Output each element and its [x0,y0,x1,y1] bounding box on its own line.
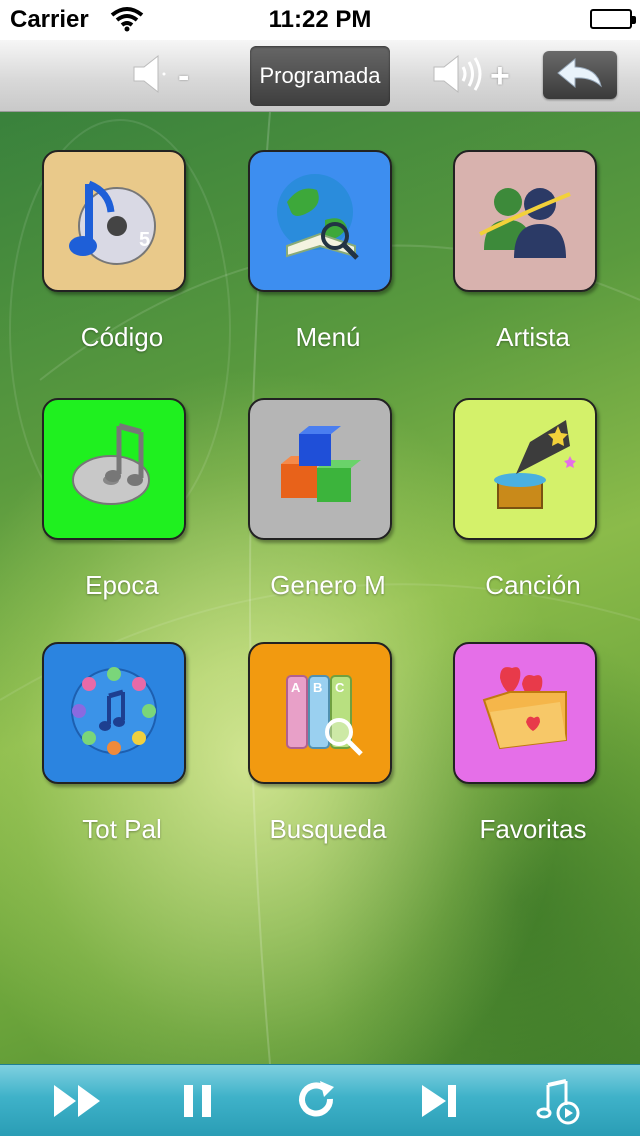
tile-label-busqueda: Busqueda [269,814,387,844]
volume-down-sign: - [178,56,190,95]
tile-label-artista: Artista [496,322,570,352]
svg-text:A: A [291,680,301,695]
tile-label-genero-m: Genero M [270,570,386,600]
volume-up-button[interactable]: + [430,50,510,102]
tile-label-codigo: Código [80,322,164,352]
heart-folder-icon [470,656,580,771]
volume-up-sign: + [490,56,510,95]
tile-favoritas[interactable] [453,642,597,784]
tile-label-epoca: Epoca [85,570,159,600]
tile-busqueda[interactable]: A B C [248,642,392,784]
pause-button[interactable] [168,1075,228,1131]
back-arrow-icon [555,56,605,95]
svg-text:5: 5 [139,229,150,251]
tile-cancion[interactable] [453,398,597,540]
speaker-loud-icon [430,52,486,101]
repeat-button[interactable] [288,1075,348,1131]
music-play-button[interactable] [528,1075,588,1131]
abc-search-icon: A B C [265,656,375,771]
volume-down-button[interactable]: - [130,50,189,102]
globe-book-icon [265,164,375,279]
svg-text:B: B [313,680,322,695]
blocks-icon [265,412,375,527]
tile-label-cancion: Canción [485,570,581,600]
tile-artista[interactable] [453,150,597,292]
tile-menu[interactable] [248,150,392,292]
clock-time: 11:22 PM [268,6,372,33]
status-bar: Carrier 11:22 PM [0,0,640,40]
svg-text:C: C [335,680,345,695]
repeat-icon [296,1079,340,1128]
tile-label-favoritas: Favoritas [479,814,587,844]
fast-forward-button[interactable] [48,1075,108,1131]
gramophone-icon [470,412,580,527]
skip-next-icon [416,1081,460,1126]
mode-button[interactable]: Programada [250,46,390,106]
battery-icon [590,9,636,29]
tile-label-tot-pal: Tot Pal [82,814,162,844]
tile-genero-m[interactable] [248,398,392,540]
player-controls-bar [0,1064,640,1136]
music-note-play-icon [534,1077,582,1130]
tile-label-menu: Menú [295,322,361,352]
back-button[interactable] [543,51,617,99]
speaker-icon [130,52,174,101]
number-clock-icon [59,656,169,771]
pause-icon [180,1081,216,1126]
tile-tot-pal[interactable] [42,642,186,784]
itunes-music-icon: 5 [59,164,169,279]
tile-codigo[interactable]: 5 [42,150,186,292]
fast-forward-icon [50,1081,106,1126]
music-cd-icon [59,412,169,527]
tile-epoca[interactable] [42,398,186,540]
top-toolbar: - Programada + [0,40,640,112]
users-icon [470,164,580,279]
skip-next-button[interactable] [408,1075,468,1131]
